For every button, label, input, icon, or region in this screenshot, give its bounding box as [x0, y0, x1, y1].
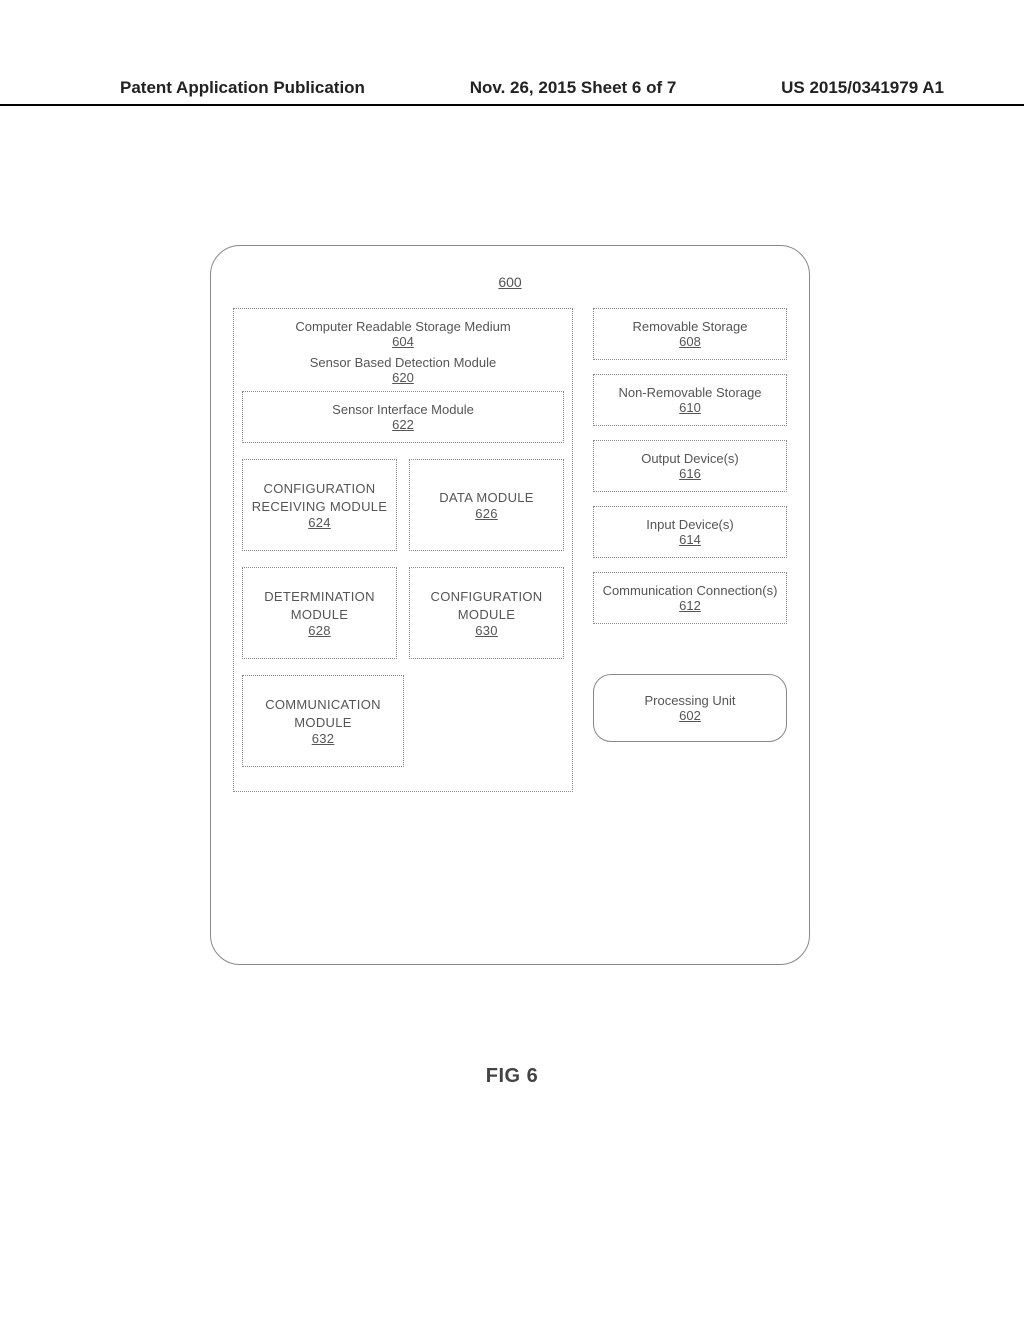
data-module-box: DATA MODULE 626 [409, 459, 564, 551]
communication-connections-box: Communication Connection(s) 612 [593, 572, 787, 624]
processing-unit-ref: 602 [604, 708, 776, 723]
configuration-module-box: CONFIGURATION MODULE 630 [409, 567, 564, 659]
input-devices-box: Input Device(s) 614 [593, 506, 787, 558]
storage-medium-text: Computer Readable Storage Medium [295, 319, 510, 334]
removable-storage-text: Removable Storage [600, 319, 780, 334]
configuration-ref: 630 [416, 623, 557, 638]
detection-module-ref: 620 [242, 370, 564, 385]
input-devices-text: Input Device(s) [600, 517, 780, 532]
output-devices-text: Output Device(s) [600, 451, 780, 466]
header-left: Patent Application Publication [120, 78, 365, 98]
header-center: Nov. 26, 2015 Sheet 6 of 7 [470, 78, 677, 98]
system-box-600: 600 Computer Readable Storage Medium 604… [210, 245, 810, 965]
system-ref: 600 [233, 274, 787, 290]
processing-unit-text: Processing Unit [644, 693, 735, 708]
detection-module-label: Sensor Based Detection Module 620 [242, 355, 564, 385]
config-receiving-ref: 624 [249, 515, 390, 530]
nonremovable-storage-ref: 610 [600, 400, 780, 415]
data-module-ref: 626 [416, 506, 557, 521]
detection-module-text: Sensor Based Detection Module [310, 355, 496, 370]
module-row-2: DETERMINATION MODULE 628 CONFIGURATION M… [242, 567, 564, 659]
config-receiving-module-box: CONFIGURATION RECEIVING MODULE 624 [242, 459, 397, 551]
empty-cell [416, 675, 564, 767]
communication-connections-text: Communication Connection(s) [600, 583, 780, 598]
page: Patent Application Publication Nov. 26, … [0, 0, 1024, 1320]
storage-medium-box: Computer Readable Storage Medium 604 Sen… [233, 308, 573, 792]
module-row-1: CONFIGURATION RECEIVING MODULE 624 DATA … [242, 459, 564, 551]
figure: 600 Computer Readable Storage Medium 604… [210, 245, 810, 965]
sensor-interface-box: Sensor Interface Module 622 [242, 391, 564, 443]
determination-ref: 628 [249, 623, 390, 638]
right-column: Removable Storage 608 Non-Removable Stor… [593, 308, 787, 742]
nonremovable-storage-box: Non-Removable Storage 610 [593, 374, 787, 426]
determination-text: DETERMINATION MODULE [249, 588, 390, 623]
columns: Computer Readable Storage Medium 604 Sen… [233, 308, 787, 792]
page-header: Patent Application Publication Nov. 26, … [0, 78, 1024, 106]
configuration-text: CONFIGURATION MODULE [416, 588, 557, 623]
nonremovable-storage-text: Non-Removable Storage [600, 385, 780, 400]
determination-module-box: DETERMINATION MODULE 628 [242, 567, 397, 659]
communication-text: COMMUNICATION MODULE [249, 696, 397, 731]
output-devices-box: Output Device(s) 616 [593, 440, 787, 492]
figure-label: FIG 6 [0, 1065, 1024, 1088]
storage-medium-ref: 604 [242, 334, 564, 349]
removable-storage-ref: 608 [600, 334, 780, 349]
communication-ref: 632 [249, 731, 397, 746]
communication-module-box: COMMUNICATION MODULE 632 [242, 675, 404, 767]
header-right: US 2015/0341979 A1 [781, 78, 944, 98]
input-devices-ref: 614 [600, 532, 780, 547]
communication-connections-ref: 612 [600, 598, 780, 613]
output-devices-ref: 616 [600, 466, 780, 481]
storage-medium-label: Computer Readable Storage Medium 604 [242, 319, 564, 349]
processing-unit-box: Processing Unit 602 [593, 674, 787, 742]
module-row-3: COMMUNICATION MODULE 632 [242, 675, 564, 767]
removable-storage-box: Removable Storage 608 [593, 308, 787, 360]
sensor-interface-text: Sensor Interface Module [249, 402, 557, 417]
data-module-text: DATA MODULE [416, 489, 557, 507]
sensor-interface-ref: 622 [249, 417, 557, 432]
config-receiving-text: CONFIGURATION RECEIVING MODULE [249, 480, 390, 515]
